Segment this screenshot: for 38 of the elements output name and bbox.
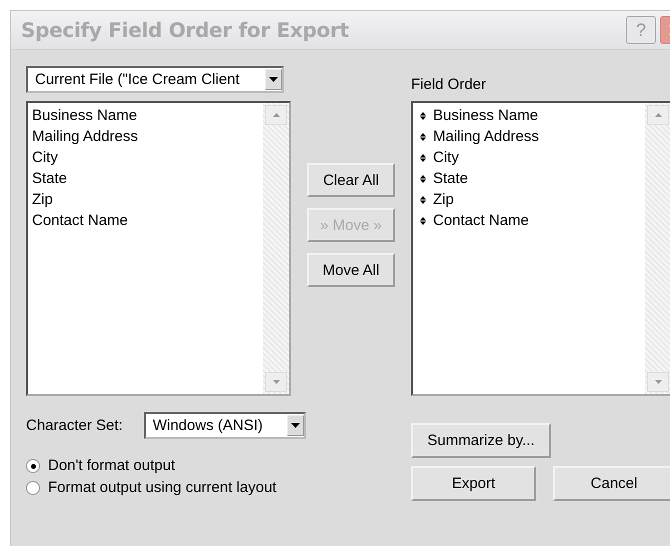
field-item[interactable]: Mailing Address xyxy=(32,126,259,147)
scroll-down-icon[interactable] xyxy=(647,372,669,392)
radio-button[interactable] xyxy=(26,481,40,495)
field-item[interactable]: Mailing Address xyxy=(433,126,539,147)
reorder-handle-icon[interactable] xyxy=(420,112,426,120)
reorder-handle-icon[interactable] xyxy=(420,196,426,204)
export-button[interactable]: Export xyxy=(411,466,536,501)
character-set-dropdown[interactable]: Windows (ANSI) xyxy=(144,412,306,439)
field-order-label: Field Order xyxy=(411,75,488,93)
character-set-label: Character Set: xyxy=(26,417,123,434)
list-action-button[interactable]: Move All xyxy=(307,253,395,287)
field-item[interactable]: Zip xyxy=(433,189,454,210)
reorder-handle-icon[interactable] xyxy=(420,132,426,140)
field-item[interactable]: Zip xyxy=(32,189,259,210)
field-item[interactable]: Business Name xyxy=(433,105,538,126)
field-item[interactable]: State xyxy=(433,168,468,189)
radio-label[interactable]: Don't format output xyxy=(48,455,176,477)
field-item[interactable]: Business Name xyxy=(32,105,259,126)
radio-label[interactable]: Format output using current layout xyxy=(48,477,276,499)
cancel-button[interactable]: Cancel xyxy=(553,466,670,501)
field-item[interactable]: Contact Name xyxy=(32,210,259,231)
scrollbar[interactable] xyxy=(263,103,289,394)
field-item[interactable]: City xyxy=(433,147,459,168)
scroll-down-icon[interactable] xyxy=(265,372,287,392)
reorder-handle-icon[interactable] xyxy=(420,174,426,182)
scroll-up-icon[interactable] xyxy=(647,105,669,125)
field-item[interactable]: City xyxy=(32,147,259,168)
reorder-handle-icon[interactable] xyxy=(420,216,426,224)
reorder-handle-icon[interactable] xyxy=(420,154,426,162)
source-dropdown[interactable]: Current File ("Ice Cream Client xyxy=(26,66,284,93)
radio-button[interactable] xyxy=(26,459,40,473)
scroll-up-icon[interactable] xyxy=(265,105,287,125)
scrollbar[interactable] xyxy=(645,103,670,394)
summarize-button[interactable]: Summarize by... xyxy=(411,423,551,458)
field-item[interactable]: State xyxy=(32,168,259,189)
list-action-button[interactable]: Clear All xyxy=(307,163,395,197)
window-title: Specify Field Order for Export xyxy=(21,18,350,42)
field-item[interactable]: Contact Name xyxy=(433,210,529,231)
